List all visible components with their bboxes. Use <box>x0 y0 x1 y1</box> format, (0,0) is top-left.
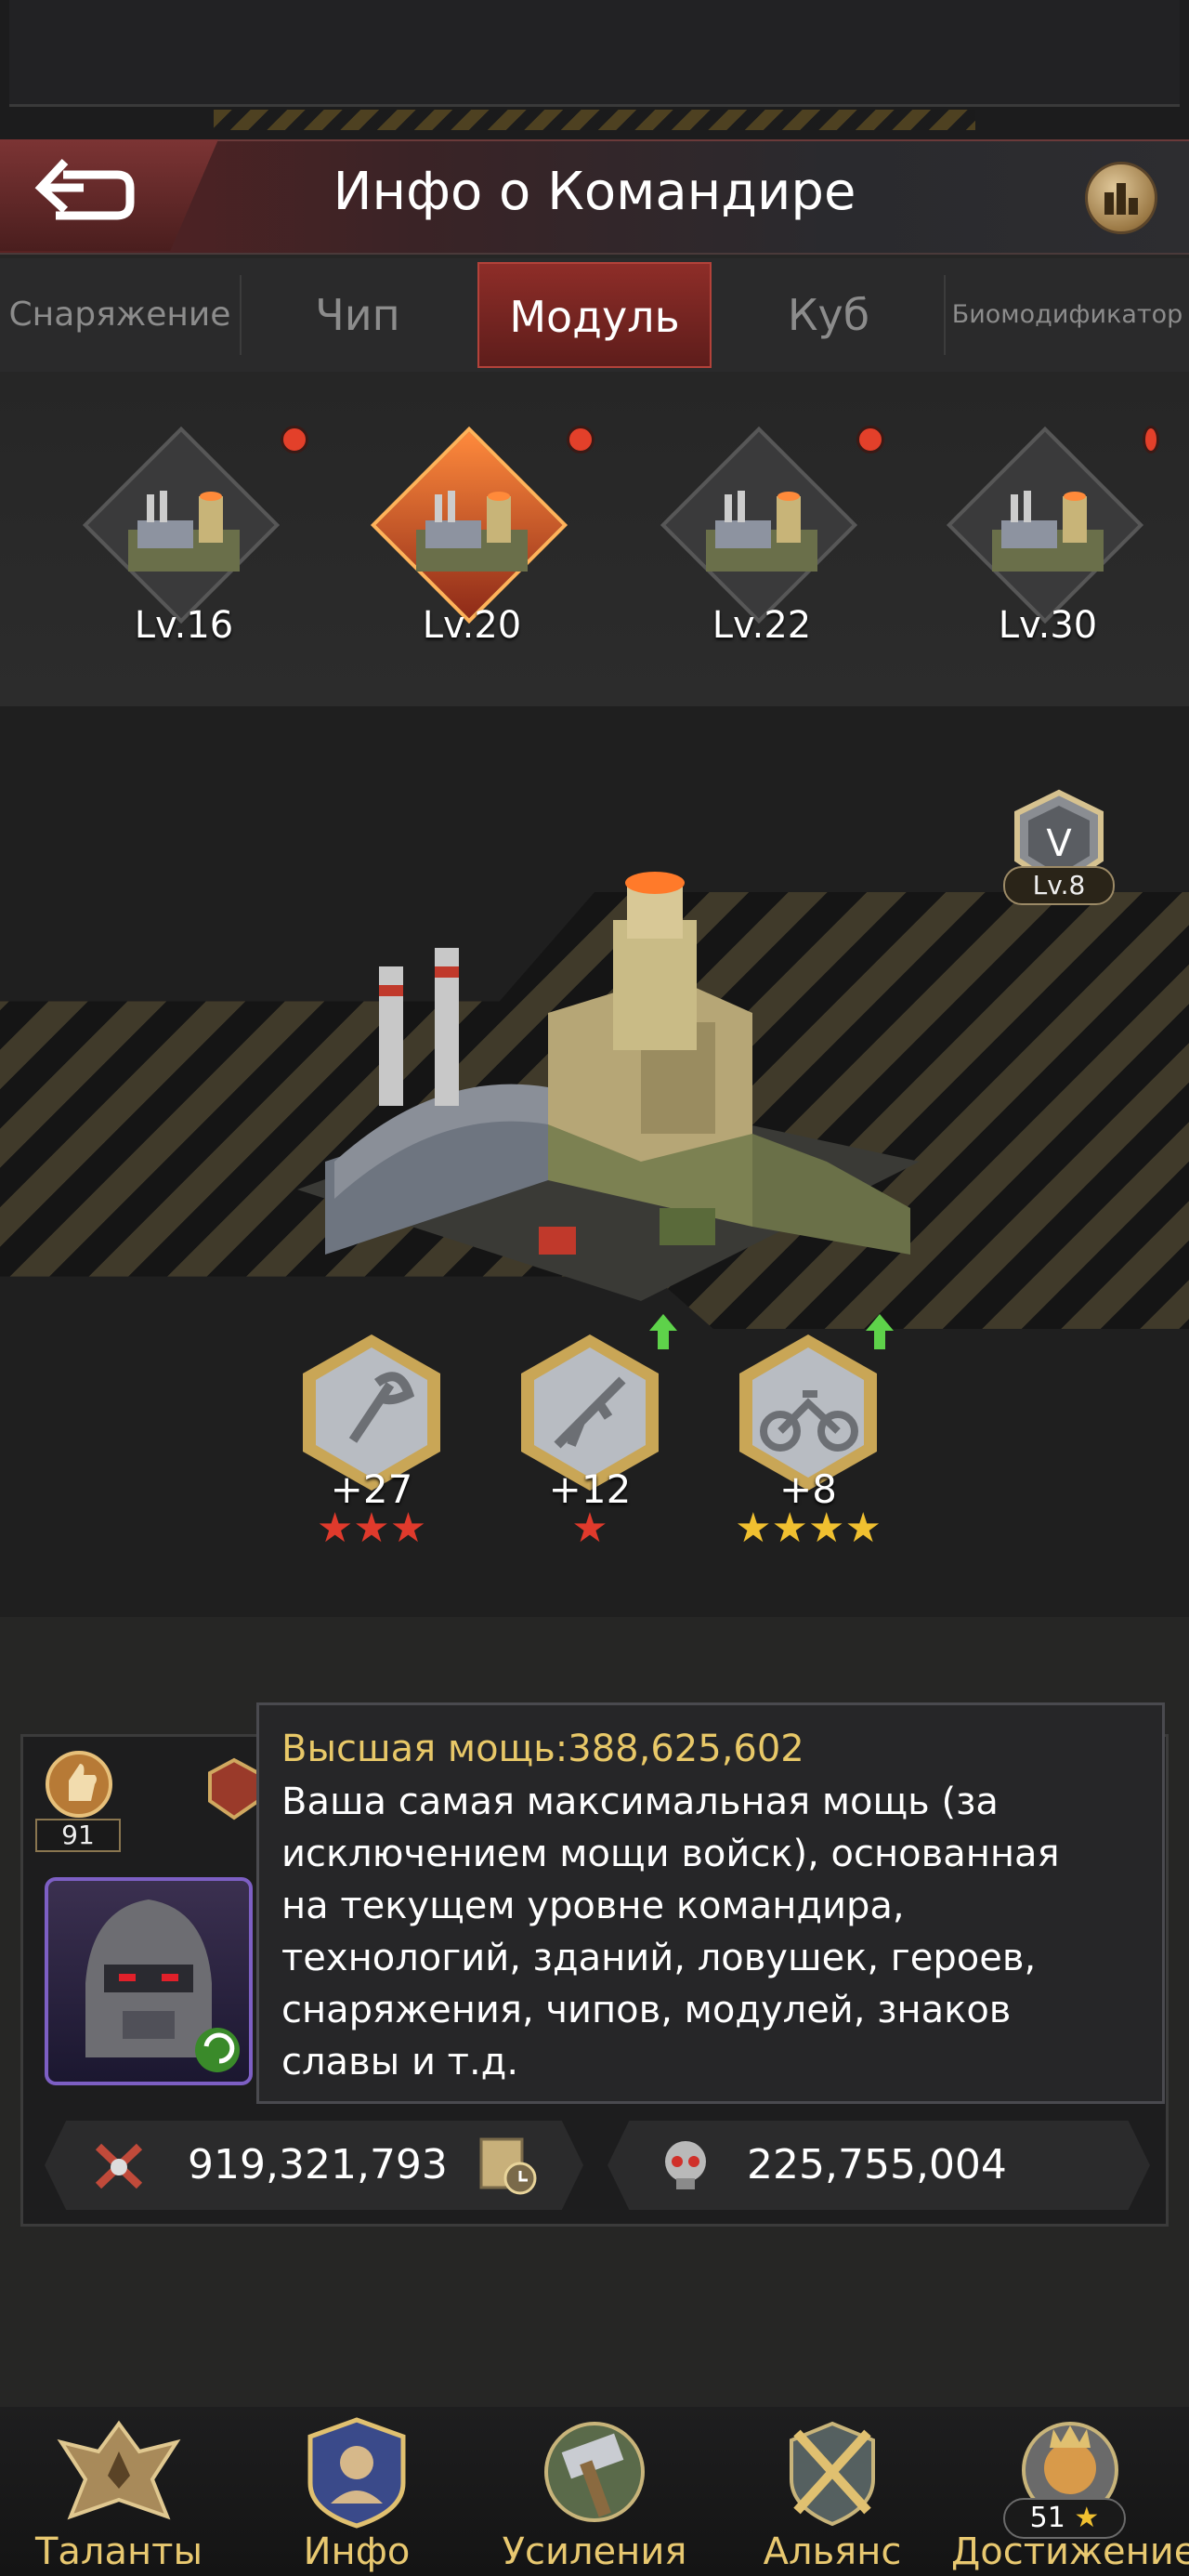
notification-dot <box>1143 426 1159 453</box>
hammer-icon <box>544 2422 645 2522</box>
skill-stars: ★★★ <box>316 1505 427 1552</box>
stats-button[interactable] <box>1085 162 1157 234</box>
commander-avatar[interactable] <box>45 1877 253 2085</box>
tab-biomodifier[interactable]: Биомодификатор <box>946 262 1189 368</box>
module-card[interactable]: Lv.30 <box>946 426 1150 669</box>
tab-chip[interactable]: Чип <box>242 262 474 368</box>
nav-label: Усиления <box>502 2530 687 2573</box>
medal-level: 91 <box>35 1819 121 1852</box>
nav-talents[interactable]: Таланты <box>0 2409 238 2576</box>
upgrade-arrow-icon <box>866 1314 894 1349</box>
robot-avatar-icon <box>85 1899 240 2072</box>
tooltip-line: на текущем уровне командира, <box>281 1885 905 1927</box>
bar-chart-icon <box>1104 183 1138 215</box>
tooltip-line: технологий, зданий, ловушек, героев, <box>281 1937 1037 1979</box>
star-icon: ★ <box>1074 2502 1100 2534</box>
tooltip-title: Высшая мощь:388,625,602 <box>281 1728 804 1770</box>
nav-alliance[interactable]: Альянс <box>713 2409 951 2576</box>
skill-stars: ★ <box>571 1505 608 1552</box>
tooltip-line: исключением мощи войск), основанная <box>281 1833 1060 1875</box>
tooltip-line: снаряжения, чипов, модулей, знаков <box>281 1989 1012 2031</box>
nav-label: Инфо <box>303 2530 411 2573</box>
nav-boosts[interactable]: Усиления <box>476 2409 713 2576</box>
eagle-emblem-icon <box>57 2420 181 2520</box>
module-card[interactable]: Lv.16 <box>82 426 286 669</box>
factory-icon <box>992 491 1104 572</box>
notification-dot <box>567 426 594 453</box>
tooltip-line: славы и т.д. <box>281 2041 519 2083</box>
nav-label: Альянс <box>763 2530 902 2573</box>
hazard-strip <box>214 110 975 130</box>
module-level: Lv.16 <box>134 604 234 647</box>
notification-dot <box>856 426 884 453</box>
page-title: Инфо о Командире <box>333 162 856 222</box>
module-card[interactable]: Lv.20 <box>370 426 574 669</box>
factory-icon <box>416 491 528 572</box>
tooltip-line: Ваша самая максимальная мощь (за <box>281 1781 999 1823</box>
back-arrow-icon[interactable] <box>28 158 139 232</box>
svg-text:V: V <box>1046 822 1072 865</box>
nav-info[interactable]: Инфо <box>238 2409 476 2576</box>
grade-level: Lv.8 <box>1003 866 1115 905</box>
nav-label: Таланты <box>34 2530 203 2573</box>
achievement-count: 51 <box>1029 2502 1065 2534</box>
skull-mask-icon <box>665 2141 706 2189</box>
skill-stars: ★★★★ <box>735 1505 882 1552</box>
top-panel <box>9 0 1180 107</box>
module-card[interactable]: Lv.22 <box>660 426 864 669</box>
tab-cube[interactable]: Куб <box>715 262 942 368</box>
module-level: Lv.30 <box>998 604 1098 647</box>
tooltip-body: Ваша самая максимальная мощь (за исключе… <box>281 1776 1140 2088</box>
factory-icon <box>706 491 817 572</box>
max-power-tooltip: Высшая мощь:388,625,602 Ваша самая макси… <box>256 1702 1165 2104</box>
upgrade-arrow-icon <box>649 1314 677 1349</box>
notification-dot <box>281 426 308 453</box>
nav-achievement[interactable]: Достижение <box>951 2409 1189 2576</box>
commander-shield-icon <box>307 2417 406 2529</box>
rank-badge-icon[interactable] <box>206 1756 262 1821</box>
module-level: Lv.22 <box>712 604 812 647</box>
tab-equipment[interactable]: Снаряжение <box>0 262 240 368</box>
factory-building-image <box>297 872 920 1301</box>
power-history-icon[interactable] <box>476 2134 541 2199</box>
tab-module[interactable]: Модуль <box>477 262 712 368</box>
crossed-swords-icon <box>790 2421 875 2527</box>
module-level: Lv.20 <box>422 604 522 647</box>
achievement-count-badge: 51 ★ <box>1003 2498 1126 2539</box>
factory-icon <box>128 491 240 572</box>
troop-power-value: 919,321,793 <box>188 2141 448 2188</box>
kill-value: 225,755,004 <box>747 2141 1007 2188</box>
thumbs-up-medal-icon[interactable] <box>37 1747 121 1821</box>
crossed-guns-icon <box>95 2143 143 2189</box>
